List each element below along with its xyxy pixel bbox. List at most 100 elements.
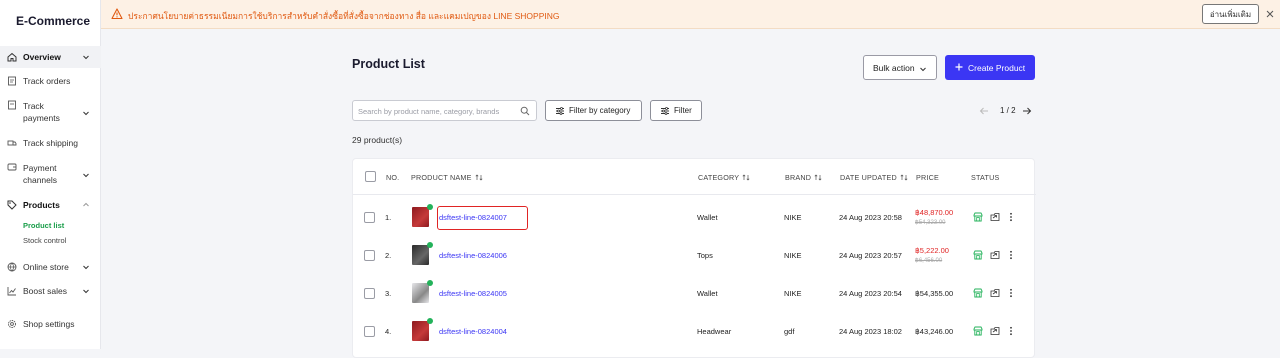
create-product-button[interactable]: Create Product [945,55,1035,80]
sidebar-item-shop-settings[interactable]: Shop settings [0,318,101,330]
header-price: PRICE [916,173,939,182]
header-date-updated[interactable]: DATE UPDATED [840,173,908,182]
share-icon[interactable] [990,288,1000,298]
select-all-checkbox[interactable] [365,171,376,182]
header-category[interactable]: CATEGORY [698,173,750,182]
filter-by-category-button[interactable]: Filter by category [545,100,642,121]
product-thumbnail[interactable] [412,245,429,265]
product-thumbnail[interactable] [412,283,429,303]
sort-icon [742,174,750,181]
sidebar-subitem-product-list[interactable]: Product list [23,221,64,230]
store-icon[interactable] [973,250,983,260]
filter-label: Filter [674,106,692,115]
share-icon[interactable] [990,326,1000,336]
table-row[interactable]: 4. dsftest-line-0824004 Headwear gdf 24 Aug … [352,312,1035,350]
row-number: 4. [385,327,392,336]
product-thumbnail[interactable] [412,321,429,341]
chevron-down-icon [83,111,89,116]
share-icon[interactable] [990,212,1000,222]
gear-icon [7,319,17,329]
announcement-banner: ประกาศนโยบายค่าธรรมเนียมการใช้บริการสำหร… [101,0,1280,29]
product-category: Wallet [697,213,718,222]
more-vertical-icon[interactable] [1006,288,1016,298]
bulk-action-button[interactable]: Bulk action [863,55,937,80]
chevron-down-icon [83,173,89,178]
chevron-up-icon [83,202,89,207]
product-name-link[interactable]: dsftest-line-0824005 [439,289,507,298]
search-box [352,100,537,121]
sidebar-item-online-store[interactable]: Online store [0,261,101,273]
sidebar-item-track-shipping[interactable]: Track shipping [0,137,101,149]
sidebar-item-overview[interactable]: Overview [0,51,101,63]
orders-icon [7,76,17,86]
filter-button[interactable]: Filter [650,100,702,121]
row-checkbox[interactable] [364,288,375,299]
read-more-button[interactable]: อ่านเพิ่มเติม [1202,4,1259,24]
filter-by-category-label: Filter by category [569,106,631,115]
arrow-left-icon[interactable] [979,106,989,116]
product-price: ฿48,870.00 [915,208,954,217]
sliders-icon [661,107,669,115]
plus-icon [955,63,963,71]
more-vertical-icon[interactable] [1006,326,1016,336]
online-status-dot [427,204,433,210]
more-vertical-icon[interactable] [1006,212,1016,222]
chart-icon [7,286,17,296]
chevron-down-icon [83,265,89,270]
product-brand: gdf [784,327,795,336]
product-price: ฿5,222.00 [915,246,949,255]
online-status-dot [427,280,433,286]
table-row[interactable]: 2. dsftest-line-0824006 Tops NIKE 24 Aug 202… [352,236,1035,274]
wallet-icon [7,162,17,172]
product-brand: NIKE [784,213,802,222]
product-brand: NIKE [784,251,802,260]
product-count: 29 product(s) [352,135,403,145]
product-thumbnail[interactable] [412,207,429,227]
sidebar-item-track-payments[interactable]: Track payments [0,100,101,124]
pagination-indicator: 1 / 2 [1000,106,1016,115]
row-number: 3. [385,289,392,298]
online-status-dot [427,318,433,324]
product-name-link[interactable]: dsftest-line-0824004 [439,327,507,336]
row-number: 2. [385,251,392,260]
chevron-down-icon [920,67,926,72]
search-icon[interactable] [520,106,530,116]
sidebar-item-label: Payment channels [23,163,58,185]
sidebar-item-payment-channels[interactable]: Payment channels [0,162,101,186]
close-icon[interactable] [1265,9,1275,19]
warning-icon [111,8,123,20]
sidebar-subitem-stock-control[interactable]: Stock control [23,236,66,245]
sidebar-item-label: Online store [23,262,69,272]
arrow-right-icon[interactable] [1022,106,1032,116]
product-category: Tops [697,251,713,260]
sidebar-item-label: Overview [23,52,61,62]
sort-icon [475,174,483,181]
sort-icon [814,174,822,181]
store-icon[interactable] [973,212,983,222]
sidebar-item-products[interactable]: Products [0,199,101,211]
sort-icon [900,174,908,181]
store-icon[interactable] [973,288,983,298]
table-row[interactable]: 3. dsftest-line-0824005 Wallet NIKE 24 Aug 2… [352,274,1035,312]
date-updated: 24 Aug 2023 20:58 [839,213,902,222]
share-icon[interactable] [990,250,1000,260]
product-price: ฿43,246.00 [915,327,954,336]
search-input[interactable] [358,104,518,118]
sidebar-item-track-orders[interactable]: Track orders [0,75,101,87]
row-checkbox[interactable] [364,212,375,223]
header-product-name[interactable]: PRODUCT NAME [411,173,483,182]
banner-message: ประกาศนโยบายค่าธรรมเนียมการใช้บริการสำหร… [128,11,560,21]
header-brand[interactable]: BRAND [785,173,822,182]
table-header: NO. PRODUCT NAME CATEGORY BRAND DATE UPD… [353,159,1036,195]
original-price: ฿54,323.00 [915,220,946,226]
sidebar-item-label: Track payments [23,101,60,123]
app-brand: E-Commerce [16,14,91,28]
row-checkbox[interactable] [364,250,375,261]
store-icon[interactable] [973,326,983,336]
sidebar-item-label: Track orders [23,76,71,86]
product-name-link[interactable]: dsftest-line-0824006 [439,251,507,260]
header-status: STATUS [971,173,1000,182]
sidebar-item-boost-sales[interactable]: Boost sales [0,285,101,297]
row-checkbox[interactable] [364,326,375,337]
more-vertical-icon[interactable] [1006,250,1016,260]
